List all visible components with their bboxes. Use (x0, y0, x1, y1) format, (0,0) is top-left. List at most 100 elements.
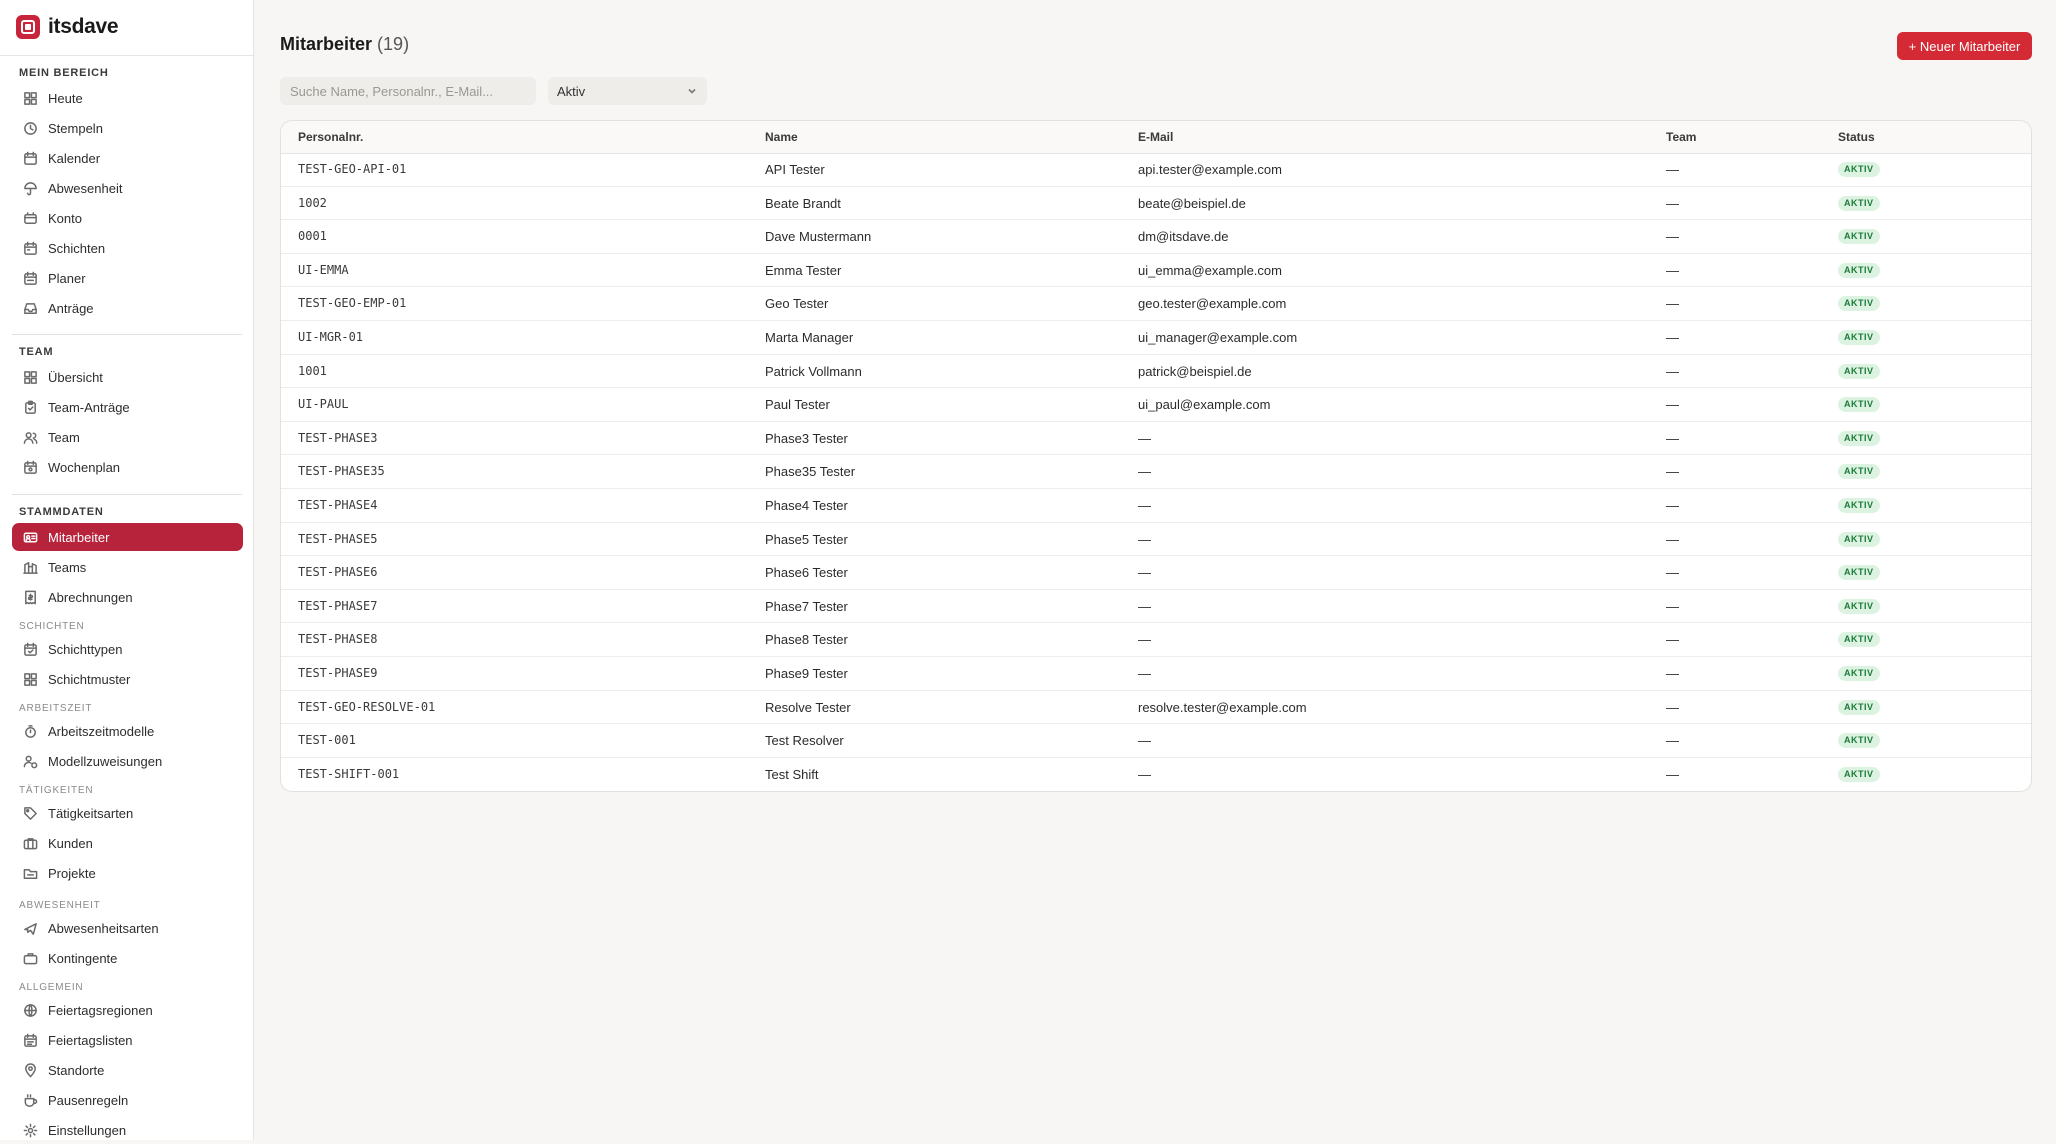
sidebar-item-projekte[interactable]: Projekte (12, 859, 243, 887)
column-team-cell: — (1666, 195, 1679, 211)
sidebar-item-team-anträge[interactable]: Team-Anträge (12, 393, 243, 421)
table-row[interactable]: TEST-GEO-EMP-01 Geo Tester geo.tester@exam… (281, 287, 2031, 321)
new-employee-button[interactable]: + Neuer Mitarbeiter (1897, 32, 2032, 60)
sidebar-item-label: Stempeln (48, 120, 103, 136)
sidebar-item-teams[interactable]: Teams (12, 553, 243, 581)
calendar-check-icon (22, 641, 38, 657)
table-row[interactable]: TEST-PHASE3 Phase3 Tester — — AKTIV (281, 422, 2031, 456)
status-badge: AKTIV (1838, 162, 1880, 177)
status-badge: AKTIV (1838, 195, 1880, 211)
column-team-header[interactable]: Team (1666, 130, 1696, 144)
column-name-cell: Phase3 Tester (765, 430, 848, 446)
column-team-cell: — (1666, 531, 1679, 547)
sidebar-item-mitarbeiter[interactable]: Mitarbeiter (12, 523, 243, 551)
sidebar-divider (12, 334, 242, 335)
calendar-list-icon (22, 1032, 38, 1048)
column-email-cell: — (1138, 666, 1151, 681)
table-row[interactable]: TEST-PHASE4 Phase4 Tester — — AKTIV (281, 489, 2031, 523)
table-row[interactable]: TEST-PHASE6 Phase6 Tester — — AKTIV (281, 556, 2031, 590)
column-personalnr-cell: TEST-001 (298, 733, 356, 748)
column-team-cell: — (1666, 598, 1679, 614)
sidebar-item-heute[interactable]: Heute (12, 84, 243, 112)
table-row[interactable]: TEST-PHASE35 Phase35 Tester — — AKTIV (281, 455, 2031, 489)
table-row[interactable]: 1001 Patrick Vollmann patrick@beispiel.de —… (281, 355, 2031, 389)
building-icon (22, 559, 38, 575)
coffee-icon (22, 1092, 38, 1108)
sidebar-item-arbeitszeitmodelle[interactable]: Arbeitszeitmodelle (12, 717, 243, 745)
table-row[interactable]: TEST-GEO-API-01 API Tester api.tester@exam… (281, 153, 2031, 187)
table-row[interactable]: TEST-PHASE8 Phase8 Tester — — AKTIV (281, 623, 2031, 657)
suitcase-icon (22, 950, 38, 966)
clipboard-icon (22, 399, 38, 415)
sidebar-item-stempeln[interactable]: Stempeln (12, 114, 243, 142)
sidebar-item-kontingente[interactable]: Kontingente (12, 944, 243, 972)
umbrella-icon (22, 180, 38, 196)
sidebar-item-kunden[interactable]: Kunden (12, 829, 243, 857)
sidebar-item-label: Teams (48, 559, 87, 575)
column-email-header[interactable]: E-Mail (1138, 130, 1173, 144)
sidebar-item-tätigkeitsarten[interactable]: Tätigkeitsarten (12, 799, 243, 827)
table-row[interactable]: UI-MGR-01 Marta Manager ui_manager@example… (281, 321, 2031, 355)
column-email-cell: — (1138, 632, 1151, 648)
table-row[interactable]: 1002 Beate Brandt beate@beispiel.de — AKTIV (281, 187, 2031, 221)
sidebar-item-modellzuweisungen[interactable]: Modellzuweisungen (12, 747, 243, 775)
sidebar-item-übersicht[interactable]: Übersicht (12, 363, 243, 391)
sidebar-item-abwesenheit[interactable]: Abwesenheit (12, 174, 243, 202)
sidebar-item-kalender[interactable]: Kalender (12, 144, 243, 172)
sidebar-item-abrechnungen[interactable]: Abrechnungen (12, 583, 243, 611)
sidebar: itsdave MEIN BEREICH Heute Stempeln Kalende… (0, 0, 254, 1140)
sidebar-item-label: Schichtmuster (48, 671, 131, 687)
folder-icon (22, 865, 38, 881)
column-status-header[interactable]: Status (1838, 130, 1875, 144)
column-email-cell: geo.tester@example.com (1138, 296, 1287, 312)
column-team-cell: — (1666, 565, 1679, 581)
column-team-cell: — (1666, 699, 1679, 715)
table-row[interactable]: TEST-PHASE7 Phase7 Tester — — AKTIV (281, 590, 2031, 624)
table-row[interactable]: UI-EMMA Emma Tester ui_emma@example.com — AK… (281, 254, 2031, 288)
sidebar-item-label: Planer (48, 270, 86, 286)
table-row[interactable]: UI-PAUL Paul Tester ui_paul@example.com — AK… (281, 388, 2031, 422)
table-row[interactable]: TEST-PHASE5 Phase5 Tester — — AKTIV (281, 523, 2031, 557)
table-row[interactable]: TEST-GEO-RESOLVE-01 Resolve Tester resolve… (281, 691, 2031, 725)
sidebar-item-pausenregeln[interactable]: Pausenregeln (12, 1086, 243, 1114)
sidebar-item-wochenplan[interactable]: Wochenplan (12, 453, 243, 481)
sidebar-item-planer[interactable]: Planer (12, 264, 243, 292)
sidebar-item-anträge[interactable]: Anträge (12, 294, 243, 322)
sidebar-item-schichttypen[interactable]: Schichttypen (12, 635, 243, 663)
table-row[interactable]: 0001 Dave Mustermann dm@itsdave.de — AKTIV (281, 220, 2031, 254)
brand[interactable]: itsdave (16, 14, 119, 40)
table-row[interactable]: TEST-SHIFT-001 Test Shift — — AKTIV (281, 758, 2031, 791)
column-name-cell: Phase35 Tester (765, 464, 856, 480)
column-personalnr-cell: 0001 (298, 229, 327, 244)
status-badge: AKTIV (1838, 632, 1880, 648)
column-personalnr-cell: TEST-PHASE35 (298, 464, 385, 479)
status-badge: AKTIV (1838, 229, 1880, 245)
table-row[interactable]: TEST-001 Test Resolver — — AKTIV (281, 724, 2031, 758)
sidebar-item-konto[interactable]: Konto (12, 204, 243, 232)
column-email-cell: ui_paul@example.com (1138, 397, 1271, 413)
search-input[interactable] (280, 77, 536, 105)
status-badge: AKTIV (1838, 363, 1880, 379)
sidebar-item-schichten[interactable]: Schichten (12, 234, 243, 262)
sidebar-item-feiertagsregionen[interactable]: Feiertagsregionen (12, 996, 243, 1024)
sidebar-item-label: Standorte (48, 1062, 105, 1078)
column-email-cell: — (1138, 498, 1151, 513)
column-personalnr-cell: TEST-PHASE8 (298, 632, 378, 647)
status-filter-select[interactable]: Aktiv (548, 77, 707, 105)
column-personalnr-cell: TEST-PHASE5 (298, 531, 378, 546)
column-name-cell: Paul Tester (765, 397, 830, 413)
sidebar-item-standorte[interactable]: Standorte (12, 1056, 243, 1084)
sidebar-item-schichtmuster[interactable]: Schichtmuster (12, 665, 243, 693)
column-name-header[interactable]: Name (765, 130, 798, 144)
sidebar-item-team[interactable]: Team (12, 423, 243, 451)
sidebar-subsection-heading: ABWESENHEIT (19, 900, 101, 911)
sidebar-item-feiertagslisten[interactable]: Feiertagslisten (12, 1026, 243, 1054)
sidebar-item-label: Modellzuweisungen (48, 753, 163, 769)
column-email-cell: patrick@beispiel.de (1138, 363, 1252, 379)
column-personalnr-header[interactable]: Personalnr. (298, 130, 363, 144)
sidebar-item-abwesenheitsarten[interactable]: Abwesenheitsarten (12, 914, 243, 942)
table-row[interactable]: TEST-PHASE9 Phase9 Tester — — AKTIV (281, 657, 2031, 691)
column-name-cell: Phase8 Tester (765, 632, 848, 648)
column-email-cell: — (1138, 733, 1151, 749)
column-personalnr-cell: TEST-PHASE4 (298, 498, 378, 512)
